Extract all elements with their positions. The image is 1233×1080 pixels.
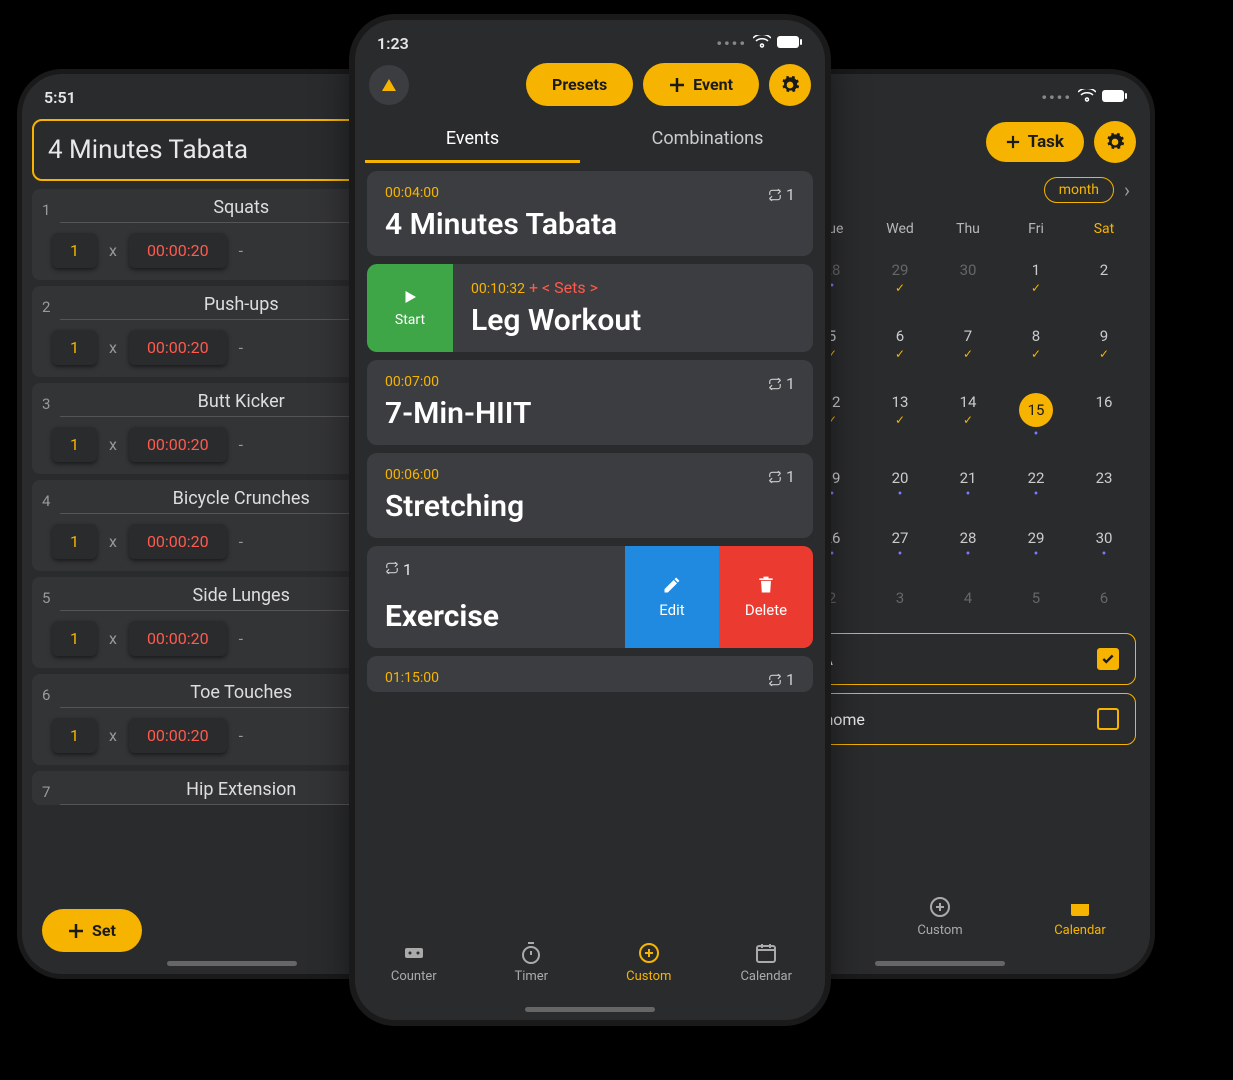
calendar-day[interactable]: 1✓: [1002, 251, 1070, 309]
calendar-day[interactable]: 27•: [866, 519, 934, 571]
calendar-day[interactable]: 6: [1070, 579, 1138, 621]
calendar-day[interactable]: 9✓: [1070, 317, 1138, 375]
add-set-button[interactable]: Set: [42, 909, 142, 952]
status-bar: 1:23 ••••: [355, 20, 825, 57]
calendar-day[interactable]: 29•: [1002, 519, 1070, 571]
calendar-day[interactable]: 5: [1002, 579, 1070, 621]
battery-icon: [777, 34, 803, 53]
exercise-index: 2: [42, 298, 50, 316]
delete-button[interactable]: Delete: [719, 546, 813, 648]
rep-count[interactable]: 1: [52, 233, 97, 268]
start-button[interactable]: Start: [367, 264, 453, 352]
settings-button[interactable]: [769, 64, 811, 106]
view-mode-toggle[interactable]: month: [1044, 177, 1114, 203]
cellular-icon: ••••: [716, 34, 747, 53]
calendar-day[interactable]: 8✓: [1002, 317, 1070, 375]
event-card-swiped[interactable]: 1 Exercise Edit Delete: [367, 546, 813, 648]
wifi-icon: [1078, 88, 1096, 107]
exercise-index: 5: [42, 589, 50, 607]
event-card[interactable]: 01:15:00 1: [367, 656, 813, 692]
calendar-day[interactable]: 28•: [934, 519, 1002, 571]
rep-count[interactable]: 1: [52, 621, 97, 656]
cellular-icon: ••••: [1041, 88, 1072, 107]
home-indicator: [167, 961, 297, 966]
tab-custom[interactable]: Custom: [590, 941, 708, 984]
home-indicator: [875, 961, 1005, 966]
rep-count[interactable]: 1: [52, 524, 97, 559]
rep-count[interactable]: 1: [52, 427, 97, 462]
calendar-day[interactable]: 2: [1070, 251, 1138, 309]
event-card[interactable]: 00:04:00 1 4 Minutes Tabata: [367, 171, 813, 256]
calendar-day[interactable]: 16: [1070, 383, 1138, 451]
event-card[interactable]: 00:06:00 1 Stretching: [367, 453, 813, 538]
calendar-day[interactable]: 14✓: [934, 383, 1002, 451]
rep-time[interactable]: 00:00:20: [129, 330, 227, 365]
next-month-button[interactable]: ›: [1124, 178, 1130, 202]
event-title: 4 Minutes Tabata: [385, 207, 795, 242]
task-checkbox[interactable]: [1097, 648, 1119, 670]
tab-calendar[interactable]: Calendar: [1010, 895, 1150, 938]
loop-count: 1: [768, 185, 795, 204]
event-duration: 00:04:00: [385, 185, 795, 201]
settings-button[interactable]: [1094, 121, 1136, 163]
task-checkbox[interactable]: [1097, 708, 1119, 730]
event-card[interactable]: 00:07:00 1 7-Min-HIIT: [367, 360, 813, 445]
weekday-label: Wed: [866, 215, 934, 243]
rep-count[interactable]: 1: [52, 718, 97, 753]
tab-combinations[interactable]: Combinations: [590, 116, 825, 163]
rep-time[interactable]: 00:00:20: [129, 427, 227, 462]
calendar-day[interactable]: 29✓: [866, 251, 934, 309]
wifi-icon: [753, 34, 771, 53]
presets-button[interactable]: Presets: [526, 63, 633, 106]
calendar-day[interactable]: 4: [934, 579, 1002, 621]
phone-custom-events: 1:23 •••• Presets Event Events Combinati…: [355, 20, 825, 1020]
tab-custom[interactable]: Custom: [870, 895, 1010, 938]
clock: 5:51: [44, 88, 76, 107]
add-event-button[interactable]: Event: [643, 63, 759, 106]
calendar-day[interactable]: 22•: [1002, 459, 1070, 511]
calendar-day[interactable]: 15•: [1002, 383, 1070, 451]
exercise-index: 3: [42, 395, 50, 413]
weekday-label: Sat: [1070, 215, 1138, 243]
edit-button[interactable]: Edit: [625, 546, 719, 648]
exercise-index: 4: [42, 492, 50, 510]
collapse-button[interactable]: [369, 65, 409, 105]
calendar-day[interactable]: 3: [866, 579, 934, 621]
weekday-label: Thu: [934, 215, 1002, 243]
tab-bar: Counter Timer Custom Calendar: [355, 931, 825, 1004]
tab-events[interactable]: Events: [355, 116, 590, 163]
tab-counter[interactable]: Counter: [355, 941, 473, 984]
clock: 1:23: [377, 34, 409, 53]
exercise-index: 1: [42, 201, 50, 219]
rep-time[interactable]: 00:00:20: [129, 621, 227, 656]
calendar-day[interactable]: 7✓: [934, 317, 1002, 375]
add-task-button[interactable]: Task: [986, 122, 1084, 162]
rep-count[interactable]: 1: [52, 330, 97, 365]
tab-calendar[interactable]: Calendar: [708, 941, 826, 984]
exercise-index: 7: [42, 783, 50, 801]
rep-time[interactable]: 00:00:20: [129, 718, 227, 753]
rep-time[interactable]: 00:00:20: [129, 233, 227, 268]
battery-icon: [1102, 88, 1128, 107]
home-indicator: [525, 1007, 655, 1012]
weekday-label: Fri: [1002, 215, 1070, 243]
calendar-day[interactable]: 20•: [866, 459, 934, 511]
calendar-day[interactable]: 23: [1070, 459, 1138, 511]
calendar-day[interactable]: 6✓: [866, 317, 934, 375]
calendar-day[interactable]: 30•: [1070, 519, 1138, 571]
calendar-day[interactable]: 30: [934, 251, 1002, 309]
tab-timer[interactable]: Timer: [473, 941, 591, 984]
calendar-day[interactable]: 21•: [934, 459, 1002, 511]
calendar-day[interactable]: 13✓: [866, 383, 934, 451]
event-card-swiped[interactable]: Start 00:10:32 + < Sets > Leg Workout: [367, 264, 813, 352]
exercise-index: 6: [42, 686, 50, 704]
event-title: Leg Workout: [471, 303, 795, 338]
rep-time[interactable]: 00:00:20: [129, 524, 227, 559]
